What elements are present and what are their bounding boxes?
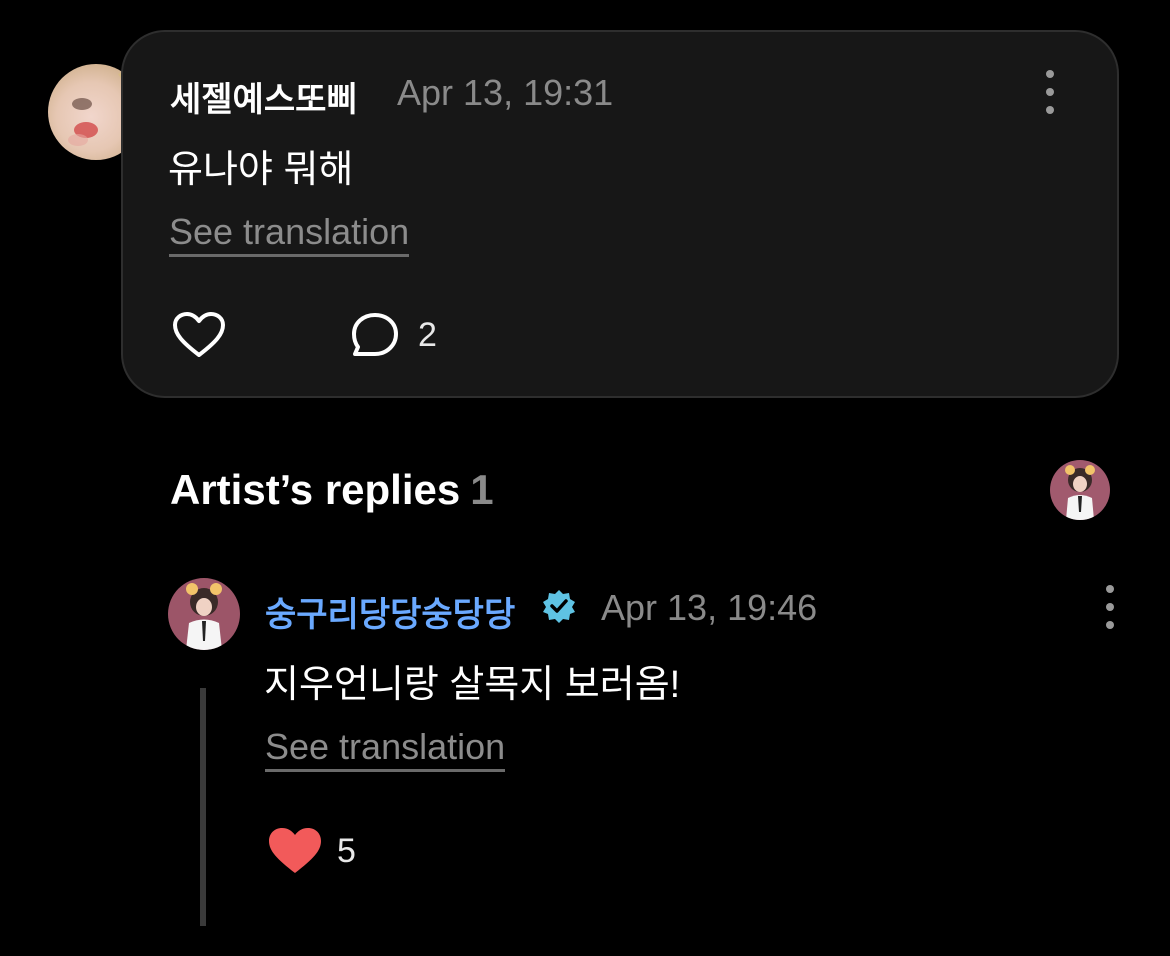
heart-outline-icon[interactable] — [172, 311, 226, 359]
comment-text: 유나야 뭐해 — [168, 149, 354, 191]
reply-more-vertical-icon[interactable] — [1100, 585, 1120, 629]
reply-timestamp: Apr 13, 19:46 — [601, 587, 818, 628]
speech-bubble-icon[interactable] — [350, 311, 400, 359]
verified-badge-icon — [543, 590, 575, 623]
comment-timestamp: Apr 13, 19:31 — [397, 72, 614, 113]
comment-author[interactable]: 세젤예스또삐 — [170, 72, 358, 121]
artist-replies-count: 1 — [470, 466, 494, 513]
like-count: 5 — [337, 832, 356, 870]
more-vertical-icon[interactable] — [1040, 70, 1060, 114]
artist-replies-title: Artist’s replies — [170, 466, 461, 513]
artist-replies-heading: Artist’s replies 1 — [170, 466, 494, 514]
thread-line — [200, 688, 206, 926]
reply-author[interactable]: 숭구리당당숭당당 — [265, 587, 515, 636]
see-translation-link[interactable]: See translation — [169, 212, 410, 257]
heart-filled-icon[interactable] — [267, 826, 323, 876]
reply-author-avatar[interactable] — [168, 578, 240, 650]
reply-text: 지우언니랑 살목지 보러옴! — [264, 664, 681, 706]
artist-avatar-small[interactable] — [1050, 460, 1110, 520]
reply-count: 2 — [418, 316, 437, 354]
reply-see-translation-link[interactable]: See translation — [265, 727, 506, 772]
